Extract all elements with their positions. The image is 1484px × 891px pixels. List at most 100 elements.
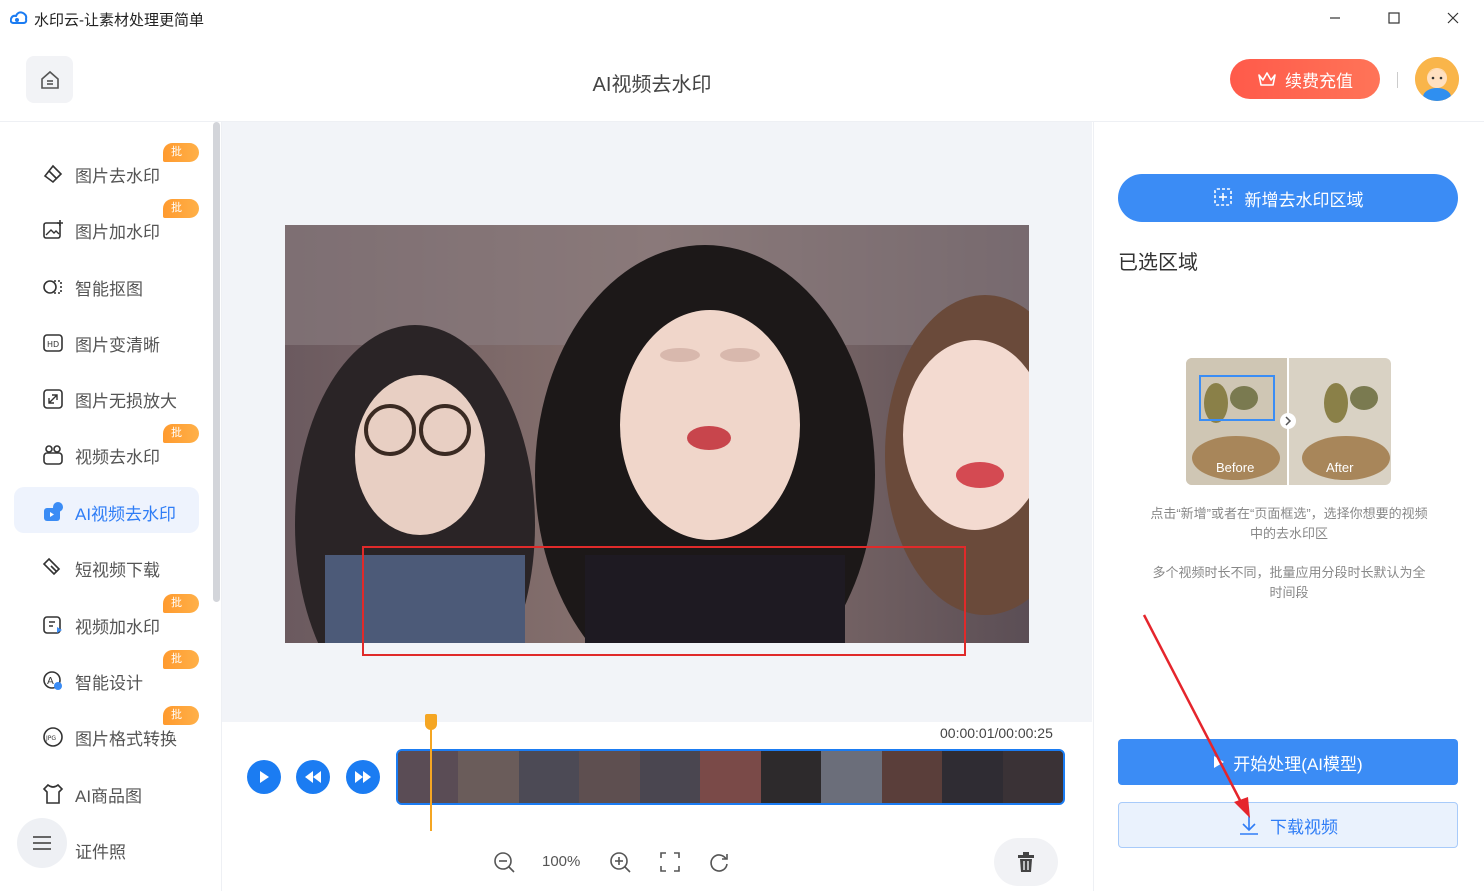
svg-text:HD: HD: [47, 340, 59, 349]
batch-badge: 批量: [163, 594, 199, 628]
cutout-icon: [43, 280, 62, 294]
jpg-icon: JPG: [43, 727, 63, 747]
sidebar-item-label: 图片格式转换: [75, 730, 177, 749]
sidebar-item[interactable]: JPG 图片格式转换 批量: [14, 706, 199, 758]
filmstrip-frame: [398, 751, 459, 803]
rewind-icon: [305, 771, 321, 783]
avatar[interactable]: [1415, 57, 1459, 101]
zoom-in-icon[interactable]: [608, 850, 632, 874]
sidebar-item-label: 图片变清晰: [75, 336, 160, 355]
download-video-button[interactable]: 下载视频: [1118, 802, 1458, 848]
sidebar-scrollbar[interactable]: [213, 122, 220, 602]
vip-recharge-label: 续费充值: [1285, 71, 1353, 91]
zoom-out-icon[interactable]: [492, 850, 516, 874]
sidebar-item-label: 证件照: [75, 843, 126, 862]
rewind-button[interactable]: [296, 760, 330, 794]
app-header: AI视频去水印 续费充值: [0, 36, 1484, 122]
menu-button[interactable]: [17, 818, 67, 868]
sidebar-item[interactable]: 图片去水印 批量: [14, 143, 199, 195]
window-titlebar: 水印云-让素材处理更简单: [0, 0, 1484, 36]
close-icon[interactable]: [1443, 8, 1463, 28]
time-display: 00:00:01/00:00:25: [940, 725, 1053, 741]
start-processing-button[interactable]: 开始处理(AI模型): [1118, 739, 1458, 785]
demo-after-label: After: [1326, 460, 1354, 475]
add-region-label: 新增去水印区域: [1244, 190, 1364, 210]
sidebar-item[interactable]: 图片加水印 批量: [14, 199, 199, 251]
sidebar-item-label: 短视频下载: [75, 561, 160, 580]
playhead-line[interactable]: [429, 714, 432, 831]
filmstrip-frame: [518, 751, 580, 803]
sidebar-item[interactable]: 视频加水印 批量: [14, 594, 199, 646]
batch-badge: 批量: [163, 650, 199, 684]
sidebar-item-label: 视频加水印: [75, 618, 160, 637]
vip-recharge-button[interactable]: 续费充值: [1230, 59, 1380, 99]
filmstrip-frame: [821, 751, 882, 803]
app-title: 水印云-让素材处理更简单: [34, 12, 204, 29]
download-video-label: 下载视频: [1270, 817, 1338, 837]
hint-text-duration: 多个视频时长不同，批量应用分段时长默认为全时间段: [1152, 565, 1426, 600]
batch-badge: 批量: [163, 143, 199, 177]
add-region-icon: [1213, 188, 1232, 206]
minimize-icon[interactable]: [1325, 8, 1345, 28]
download-link-icon: [42, 557, 61, 576]
image-add-icon: [43, 220, 63, 239]
hint-text-select: 点击“新增”或者在“页面框选”，选择你想要的视频中的去水印区: [1150, 506, 1428, 541]
fullscreen-icon[interactable]: [658, 850, 682, 874]
sidebar-item[interactable]: 短视频下载: [14, 543, 199, 589]
sidebar-item[interactable]: AI视频去水印: [14, 487, 199, 533]
video-filmstrip[interactable]: [396, 749, 1065, 805]
download-icon: [1240, 816, 1258, 835]
design-icon: A: [43, 671, 62, 690]
filmstrip-frame: [1002, 751, 1063, 803]
start-processing-label: 开始处理(AI模型): [1233, 754, 1363, 774]
sidebar-item[interactable]: 智能抠图: [14, 262, 199, 308]
sidebar-item[interactable]: 图片无损放大: [14, 374, 199, 420]
filmstrip-frame: [881, 751, 943, 803]
fast-forward-button[interactable]: [346, 760, 380, 794]
fast-forward-icon: [355, 771, 371, 783]
video-clean-icon: [43, 445, 63, 465]
timeline-area: [222, 722, 1092, 891]
batch-badge: 批量: [163, 706, 199, 740]
play-icon: [260, 771, 269, 783]
hd-icon: HD: [43, 334, 63, 352]
sidebar-item-label: 智能设计: [75, 674, 143, 693]
demo-before-label: Before: [1216, 460, 1254, 475]
sidebar-item[interactable]: A 智能设计 批量: [14, 650, 199, 702]
sidebar-item-label: 视频去水印: [75, 448, 160, 467]
before-after-demo-image: Before After: [1186, 358, 1391, 485]
svg-text:A: A: [47, 676, 54, 687]
zoom-level: 100%: [542, 853, 581, 870]
sidebar-item-label: 图片加水印: [75, 223, 160, 242]
filmstrip-frame: [639, 751, 701, 803]
sidebar-item-label: 图片无损放大: [75, 392, 177, 411]
delete-button[interactable]: [994, 838, 1058, 886]
batch-badge: 批量: [163, 424, 199, 458]
sidebar-item[interactable]: 视频去水印 批量: [14, 424, 199, 476]
ai-video-icon: [44, 502, 63, 521]
sidebar-item[interactable]: HD 图片变清晰: [14, 318, 199, 364]
sidebar-item-label: AI商品图: [75, 787, 143, 806]
watermark-selection-box[interactable]: [362, 546, 966, 656]
eraser-icon: [43, 164, 63, 184]
filmstrip-frame: [700, 751, 761, 803]
enlarge-icon: [43, 389, 63, 409]
video-add-icon: [43, 616, 62, 634]
sidebar-item[interactable]: AI商品图: [14, 769, 199, 815]
sidebar-item-label: AI视频去水印: [75, 505, 177, 524]
start-icon: [1214, 756, 1225, 768]
maximize-icon[interactable]: [1384, 8, 1404, 28]
page-title: AI视频去水印: [592, 74, 712, 96]
reset-icon[interactable]: [707, 850, 731, 874]
batch-badge: 批量: [163, 199, 199, 233]
hamburger-icon: [33, 836, 51, 850]
tshirt-icon: [42, 783, 64, 804]
header-divider: [1397, 72, 1398, 88]
selected-regions-heading: 已选区域: [1118, 252, 1198, 274]
play-button[interactable]: [247, 760, 281, 794]
filmstrip-frame: [942, 751, 1003, 803]
svg-text:JPG: JPG: [45, 735, 56, 742]
playhead-handle[interactable]: [424, 714, 437, 730]
crown-icon: [1258, 72, 1276, 86]
add-region-button[interactable]: 新增去水印区域: [1118, 174, 1458, 222]
